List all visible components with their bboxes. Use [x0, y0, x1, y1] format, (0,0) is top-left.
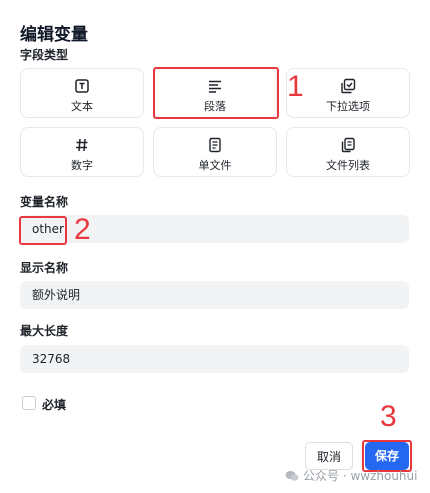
type-option-label: 单文件	[198, 159, 232, 172]
display-name-label: 显示名称	[20, 261, 69, 275]
type-option-number[interactable]: 数字	[20, 127, 144, 177]
type-option-single-file[interactable]: 单文件	[153, 127, 277, 177]
required-checkbox[interactable]	[22, 396, 36, 410]
required-label: 必填	[42, 398, 67, 412]
type-option-paragraph[interactable]: 段落	[153, 68, 277, 118]
type-option-label: 文件列表	[326, 159, 370, 172]
annotation-number-1: 1	[287, 70, 304, 103]
max-length-label: 最大长度	[20, 324, 69, 338]
type-option-dropdown[interactable]: 下拉选项	[286, 68, 410, 118]
watermark: 公众号 · wwzhouhui	[285, 467, 417, 484]
edit-variable-dialog: 编辑变量 字段类型 文本 段落 下拉选项 数字 单文件 文件列表 变量名称 ot…	[0, 0, 430, 493]
wechat-icon	[285, 470, 299, 481]
type-option-label: 文本	[71, 100, 93, 113]
annotation-number-2: 2	[74, 213, 91, 246]
cancel-button[interactable]: 取消	[305, 442, 353, 470]
variable-name-label: 变量名称	[20, 195, 69, 209]
save-button[interactable]: 保存	[365, 442, 409, 470]
type-option-label: 下拉选项	[326, 100, 370, 113]
file-icon	[209, 137, 221, 153]
display-name-input[interactable]: 额外说明	[20, 281, 409, 309]
paragraph-icon	[209, 80, 221, 93]
annotation-number-3: 3	[380, 400, 397, 433]
field-type-label: 字段类型	[20, 48, 69, 62]
type-option-label: 数字	[71, 159, 93, 172]
max-length-input[interactable]: 32768	[20, 345, 409, 373]
files-icon	[341, 137, 355, 153]
hash-icon	[76, 138, 88, 152]
dropdown-options-icon	[341, 78, 356, 94]
text-box-icon	[75, 79, 89, 93]
type-option-label: 段落	[204, 100, 226, 113]
watermark-text: 公众号 · wwzhouhui	[303, 469, 418, 483]
type-option-file-list[interactable]: 文件列表	[286, 127, 410, 177]
dialog-title: 编辑变量	[20, 25, 88, 45]
type-option-text[interactable]: 文本	[20, 68, 144, 118]
